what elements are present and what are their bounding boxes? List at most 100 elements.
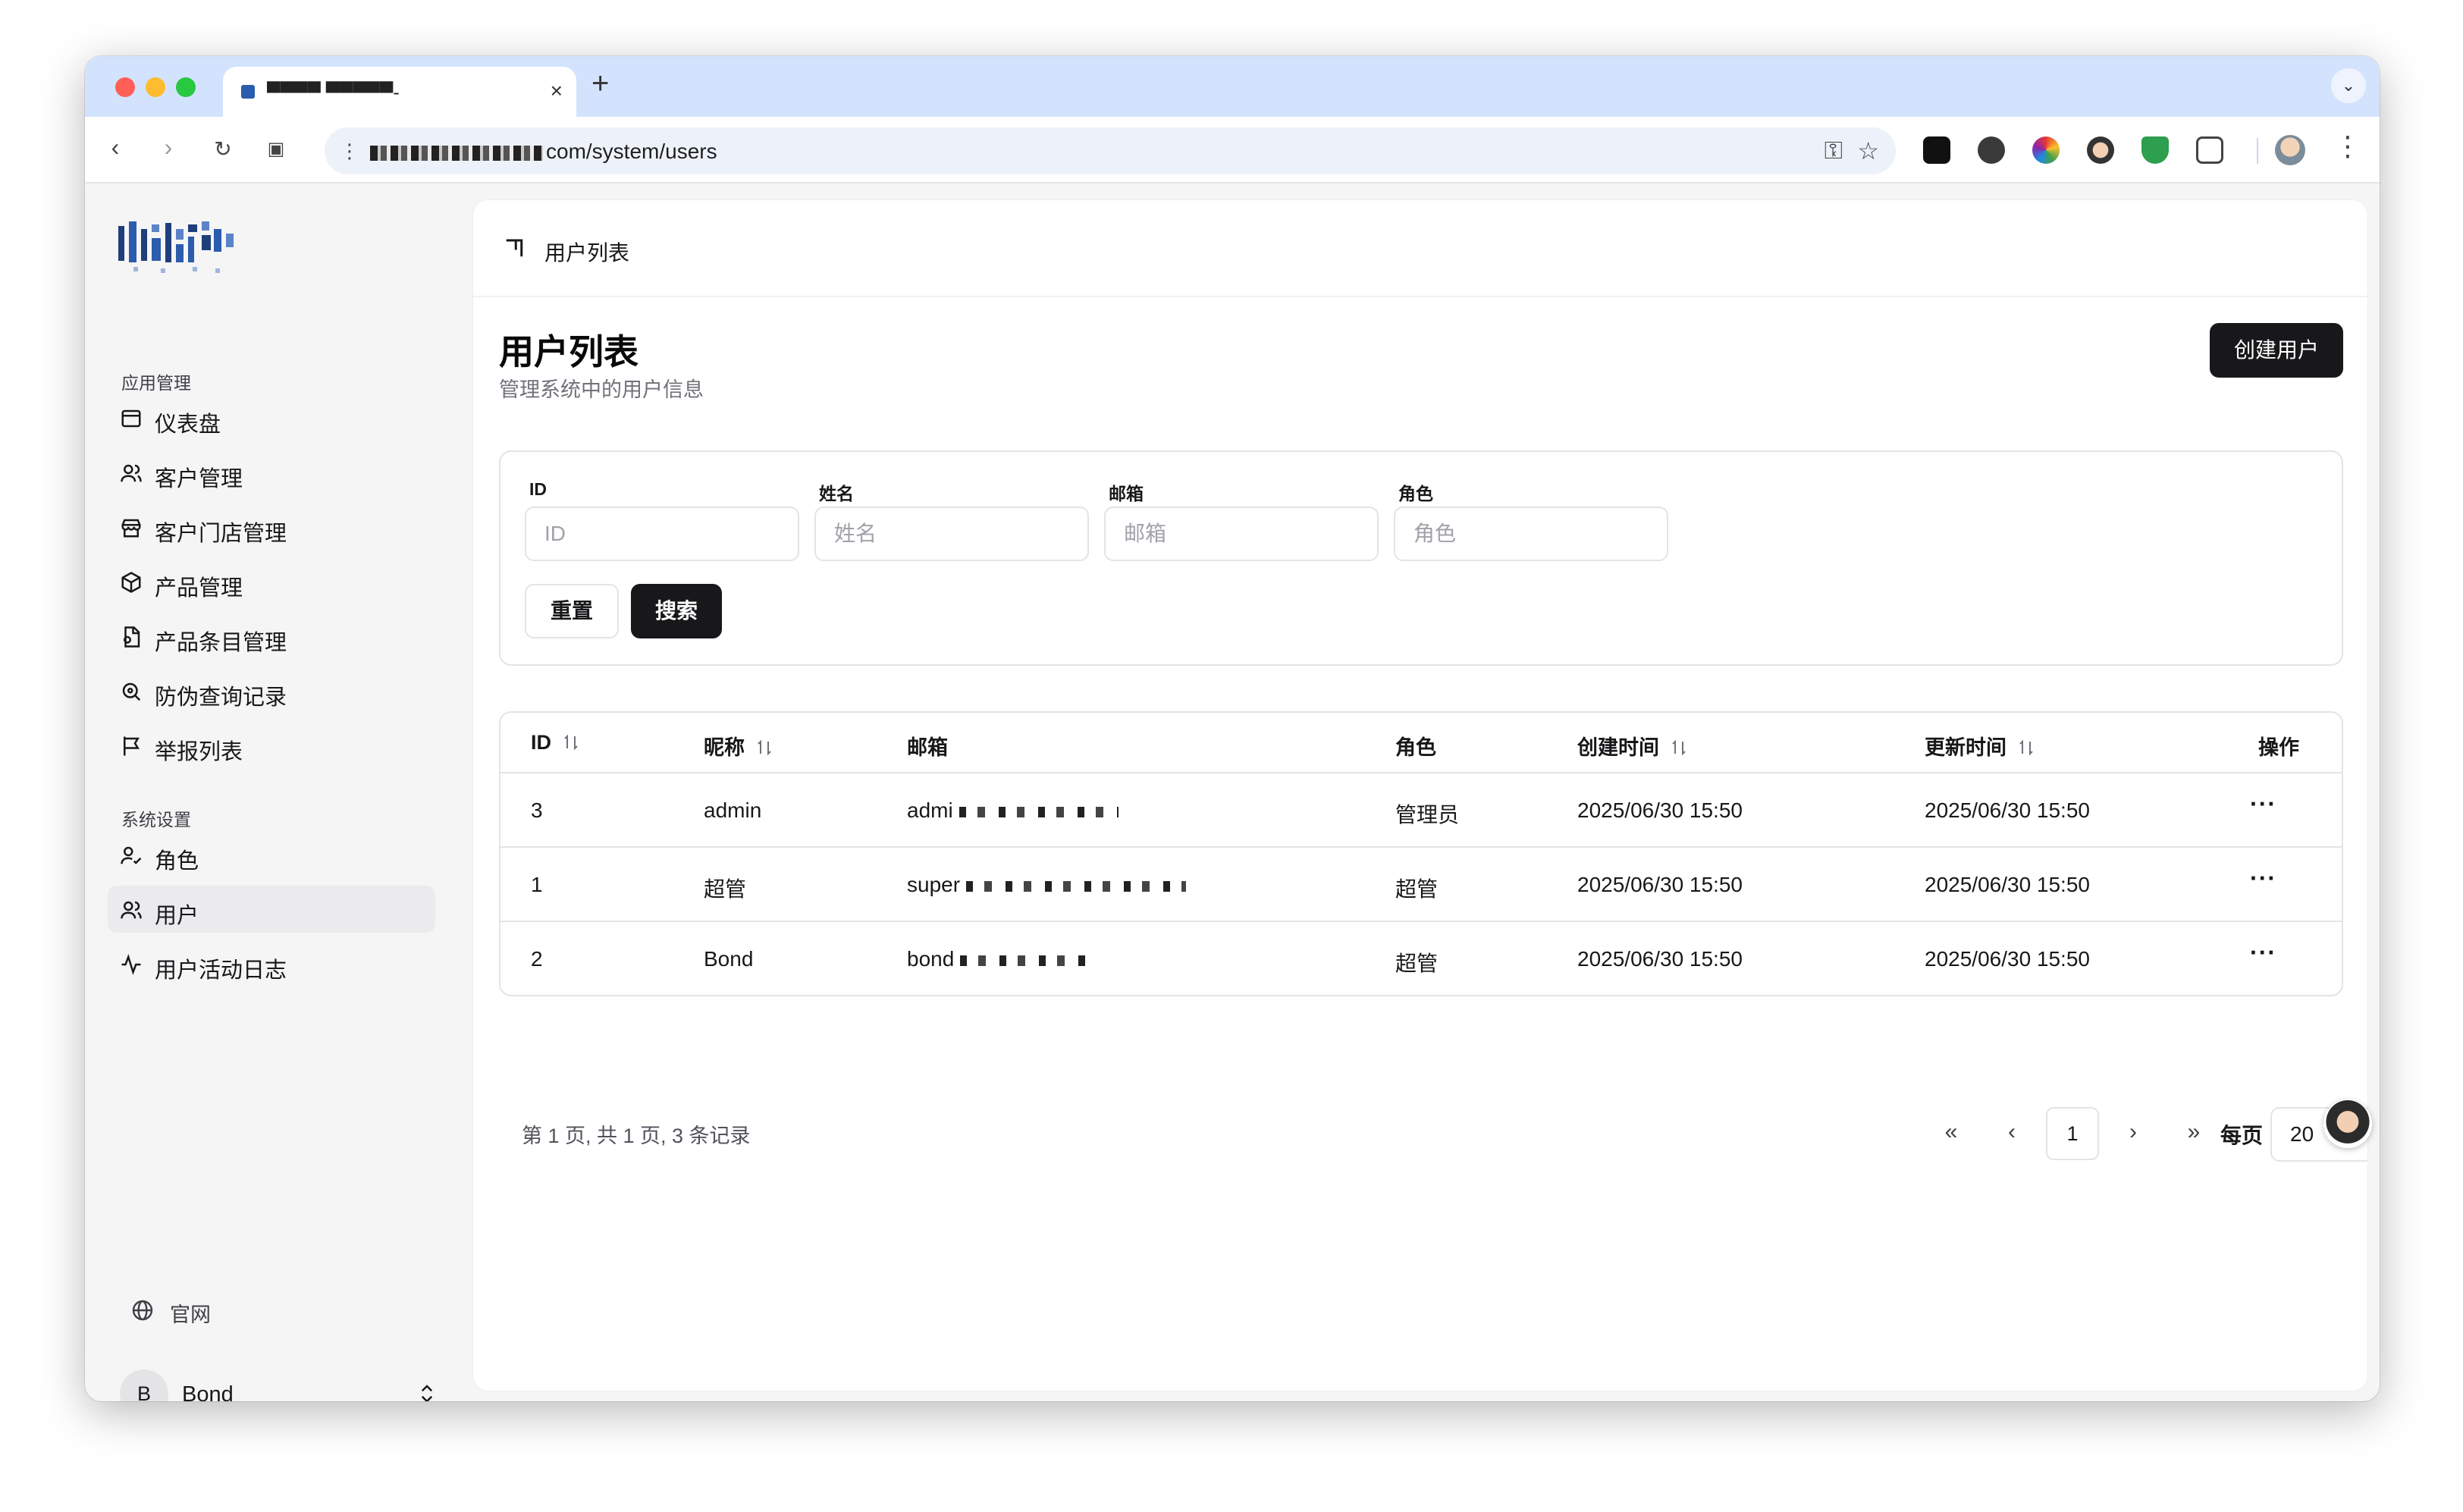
toolbar-divider: [2257, 138, 2258, 164]
avatar: B: [120, 1369, 168, 1401]
sidebar-item-label: 角色: [155, 849, 199, 874]
email-filter-input[interactable]: [1104, 507, 1379, 561]
tab-title: ▀▀▀▀ ▀▀▀▀▀-: [267, 82, 400, 103]
email-redacted: [960, 955, 1090, 966]
sidebar-toggle-icon[interactable]: [504, 237, 526, 259]
chevrons-up-down-icon[interactable]: [416, 1380, 438, 1401]
sidebar: 应用管理 仪表盘 客户管理 客户门店管理 产品管理 产品条目管理 防伪查询记录 …: [85, 184, 455, 1401]
cell-updated: 2025/06/30 15:50: [1925, 873, 2090, 896]
column-header-nickname[interactable]: 昵称: [704, 731, 773, 761]
search-button[interactable]: 搜索: [631, 584, 722, 638]
cell-id: 1: [531, 873, 543, 896]
sidebar-item-label: 客户门店管理: [155, 522, 287, 546]
browser-tab[interactable]: ▀▀▀▀ ▀▀▀▀▀- ×: [223, 67, 576, 117]
extension-script-icon[interactable]: [1923, 136, 1950, 164]
column-header-label: ID: [531, 731, 551, 754]
users-icon: [121, 901, 142, 919]
reload-icon[interactable]: ↻: [208, 136, 238, 162]
cell-email: bond: [907, 947, 1090, 971]
sidebar-item-anti-counterfeit-records[interactable]: 防伪查询记录: [108, 667, 435, 714]
tab-close-icon[interactable]: ×: [551, 79, 563, 103]
email-redacted: [966, 880, 1187, 892]
browser-menu-icon[interactable]: ⋮: [2334, 130, 2361, 162]
store-icon: [121, 519, 141, 538]
back-icon[interactable]: ‹: [100, 133, 130, 162]
cell-created: 2025/06/30 15:50: [1577, 947, 1743, 971]
bookmark-star-icon[interactable]: ☆: [1857, 136, 1879, 165]
site-info-icon[interactable]: ⋮: [340, 140, 359, 163]
sidebar-item-roles[interactable]: 角色: [108, 831, 435, 878]
minimize-window-button[interactable]: [146, 77, 165, 97]
column-header-created[interactable]: 创建时间: [1577, 731, 1688, 761]
site-menu-icon[interactable]: ▣: [261, 138, 291, 160]
sort-icon[interactable]: [1670, 738, 1688, 758]
sidebar-item-label: 用户活动日志: [155, 958, 287, 983]
extensions-puzzle-icon[interactable]: [2196, 136, 2223, 164]
sort-icon[interactable]: [562, 732, 580, 752]
column-header-id[interactable]: ID: [531, 731, 580, 754]
sidebar-item-reports[interactable]: 举报列表: [108, 722, 435, 769]
id-filter-label: ID: [529, 479, 547, 499]
url-text[interactable]: com/system/users: [370, 140, 717, 164]
next-page-button[interactable]: ›: [2107, 1107, 2160, 1160]
activity-icon: [121, 954, 141, 975]
column-header-actions: 操作: [2258, 736, 2299, 759]
user-check-icon: [121, 846, 142, 864]
user-menu[interactable]: B Bond: [120, 1368, 438, 1401]
maximize-window-button[interactable]: [176, 77, 196, 97]
row-actions-button[interactable]: ···: [2250, 939, 2276, 967]
sidebar-item-products[interactable]: 产品管理: [108, 558, 435, 605]
create-user-button[interactable]: 创建用户: [2210, 323, 2343, 378]
cell-id: 2: [531, 947, 543, 971]
page-number-button[interactable]: 1: [2046, 1107, 2099, 1160]
forward-icon[interactable]: ›: [153, 133, 184, 162]
extension-block-icon[interactable]: [1978, 136, 2005, 164]
sort-icon[interactable]: [755, 738, 773, 758]
first-page-button[interactable]: «: [1925, 1107, 1978, 1160]
extension-color-icon[interactable]: [2032, 136, 2060, 164]
column-header-email: 邮箱: [907, 736, 948, 759]
sort-icon[interactable]: [2017, 738, 2035, 758]
row-actions-button[interactable]: ···: [2250, 864, 2276, 892]
column-header-label: 更新时间: [1925, 736, 2006, 759]
reset-button[interactable]: 重置: [525, 584, 619, 638]
sidebar-item-product-entries[interactable]: 产品条目管理: [108, 613, 435, 660]
password-key-icon[interactable]: ⚿: [1825, 136, 1843, 165]
sidebar-item-user-activity-log[interactable]: 用户活动日志: [108, 940, 435, 987]
name-filter-input[interactable]: [814, 507, 1089, 561]
url-host-redacted: [370, 145, 543, 161]
table-header: ID 昵称 邮箱 角色 创建时间 更新时间 操作: [500, 713, 2342, 773]
sidebar-item-label: 举报列表: [155, 740, 243, 764]
row-actions-button[interactable]: ···: [2250, 790, 2276, 818]
email-prefix: bond: [907, 947, 955, 971]
extension-shield-icon[interactable]: [2141, 136, 2169, 164]
table-row: 1 超管 super 超管 2025/06/30 15:50 2025/06/3…: [500, 848, 2342, 922]
cell-role: 超管: [1395, 877, 1439, 901]
cell-email: admi: [907, 798, 1119, 823]
breadcrumb-current: 用户列表: [544, 241, 630, 265]
prev-page-button[interactable]: ‹: [1985, 1107, 2038, 1160]
column-header-updated[interactable]: 更新时间: [1925, 731, 2035, 761]
user-name: Bond: [182, 1382, 234, 1401]
page-subtitle: 管理系统中的用户信息: [499, 378, 704, 401]
close-window-button[interactable]: [115, 77, 135, 97]
cell-role: 超管: [1395, 952, 1439, 975]
sidebar-item-users[interactable]: 用户: [108, 886, 435, 933]
id-filter-input[interactable]: [525, 507, 799, 561]
sidebar-item-label: 产品条目管理: [155, 631, 287, 655]
assistant-avatar[interactable]: [2323, 1099, 2372, 1148]
new-tab-button[interactable]: +: [591, 67, 609, 101]
browser-window: ▀▀▀▀ ▀▀▀▀▀- × + ⌄ ‹ › ↻ ▣ ⋮ com/system/u…: [85, 56, 2380, 1401]
sidebar-item-customer-stores[interactable]: 客户门店管理: [108, 503, 435, 551]
sidebar-item-customers[interactable]: 客户管理: [108, 449, 435, 496]
extension-avatar-icon[interactable]: [2087, 136, 2114, 164]
cell-nickname: admin: [704, 798, 762, 822]
column-header-label: 创建时间: [1577, 736, 1659, 759]
tab-search-button[interactable]: ⌄: [2331, 68, 2366, 103]
address-bar[interactable]: ⋮ com/system/users ⚿ ☆: [325, 127, 1896, 174]
sidebar-item-dashboard[interactable]: 仪表盘: [108, 394, 435, 441]
globe-icon: [132, 1300, 153, 1321]
profile-avatar-icon[interactable]: [2275, 135, 2305, 165]
last-page-button[interactable]: »: [2167, 1107, 2220, 1160]
role-filter-input[interactable]: [1394, 507, 1668, 561]
